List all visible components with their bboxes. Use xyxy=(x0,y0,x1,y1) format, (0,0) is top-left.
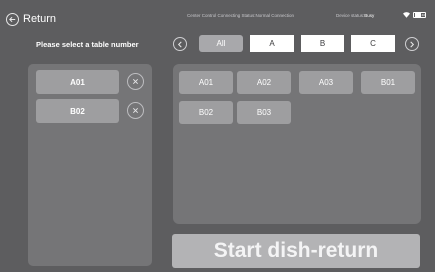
device-status-label: Device status: xyxy=(336,13,365,18)
top-bar: Return Center Control Connecting Status:… xyxy=(0,0,435,34)
prev-tab-button[interactable] xyxy=(173,37,187,51)
selected-table-row: B02 xyxy=(36,99,148,123)
tab-a-label: A xyxy=(269,39,275,48)
table-option[interactable]: A02 xyxy=(237,71,291,94)
selected-table-chip[interactable]: A01 xyxy=(36,70,119,94)
wifi-icon xyxy=(403,12,410,18)
battery-icon: 40 xyxy=(413,12,426,18)
start-dish-return-button[interactable]: Start dish-return xyxy=(172,234,420,268)
tab-c[interactable]: C xyxy=(351,35,395,52)
close-icon xyxy=(132,107,139,114)
selected-table-chip[interactable]: B02 xyxy=(36,99,119,123)
remove-table-button[interactable] xyxy=(127,73,144,90)
table-select-prompt: Please select a table number xyxy=(36,40,139,49)
tab-all[interactable]: All xyxy=(199,35,243,52)
table-option[interactable]: B01 xyxy=(361,71,415,94)
next-tab-button[interactable] xyxy=(405,37,419,51)
selected-table-row: A01 xyxy=(36,70,148,94)
chevron-left-icon xyxy=(177,41,182,47)
device-status-value: Busy xyxy=(364,13,375,18)
selected-tables-panel: A01 B02 xyxy=(28,64,152,266)
table-option[interactable]: A01 xyxy=(179,71,233,94)
back-arrow-icon xyxy=(6,12,19,26)
connection-status: Center Control Connecting Status:Normal … xyxy=(187,13,295,18)
table-option[interactable]: B02 xyxy=(179,101,233,124)
tab-b[interactable]: B xyxy=(301,35,344,52)
battery-level: 40 xyxy=(421,13,425,17)
tab-all-label: All xyxy=(216,39,226,48)
tab-c-label: C xyxy=(370,39,376,48)
chevron-right-icon xyxy=(410,41,415,47)
table-grid-panel: A01 A02 A03 B01 B02 B03 xyxy=(173,64,421,224)
return-button[interactable]: Return xyxy=(6,11,56,27)
return-label: Return xyxy=(23,13,57,25)
table-option[interactable]: B03 xyxy=(237,101,291,124)
tab-a[interactable]: A xyxy=(250,35,294,52)
remove-table-button[interactable] xyxy=(127,102,144,119)
device-status: Device status:Busy xyxy=(336,13,374,18)
tab-b-label: B xyxy=(319,39,326,48)
close-icon xyxy=(132,78,139,85)
table-option[interactable]: A03 xyxy=(299,71,353,94)
